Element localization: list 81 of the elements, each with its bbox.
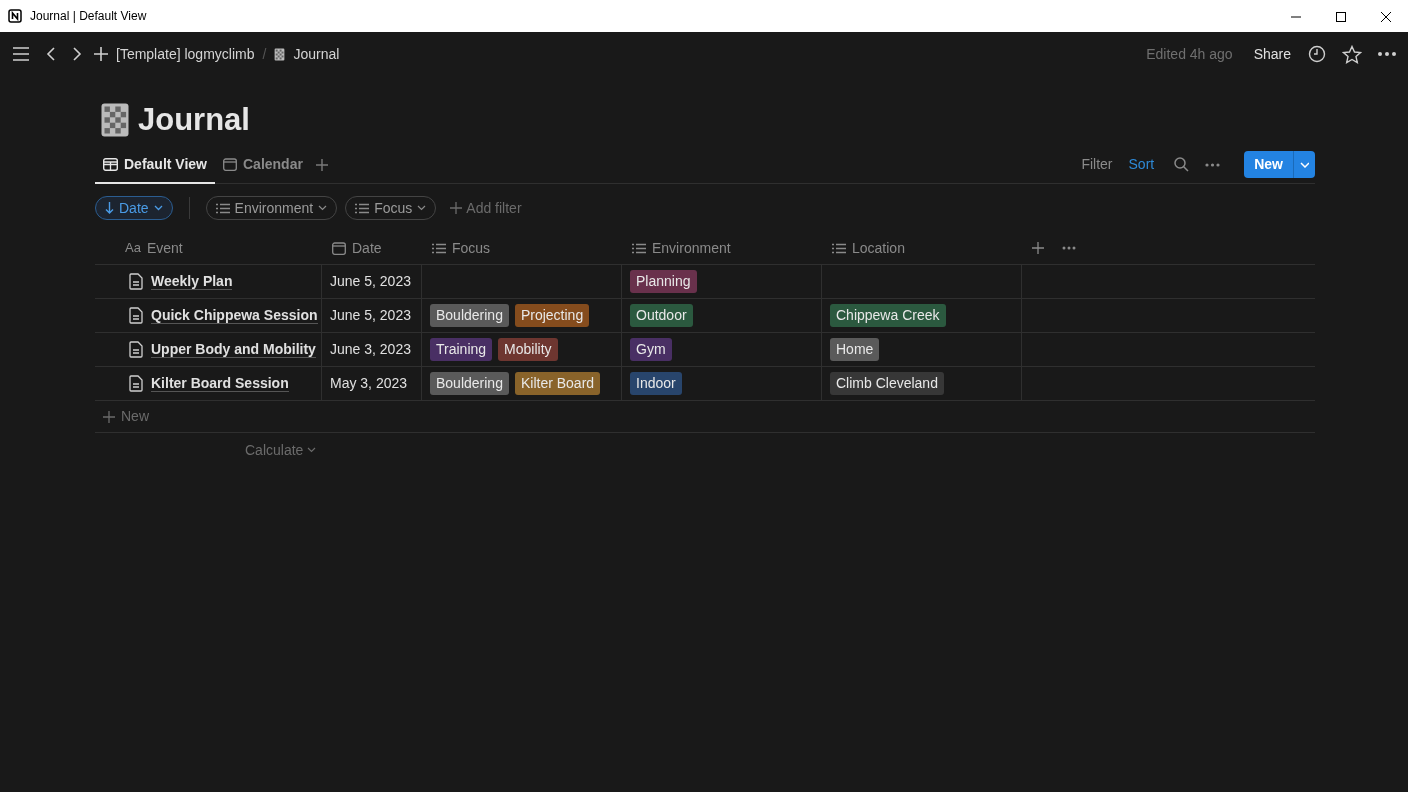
star-icon[interactable]: [1342, 44, 1362, 64]
caret-icon: [153, 205, 163, 212]
calendar-icon: [223, 157, 237, 171]
breadcrumb-link[interactable]: [Template] logmyclimb: [116, 43, 255, 65]
add-icon: [450, 202, 463, 215]
calculate-button[interactable]: Calculate: [245, 439, 304, 461]
caret-icon: [1300, 161, 1309, 168]
search-icon[interactable]: [1174, 157, 1190, 173]
list-icon: [632, 242, 646, 254]
add-icon[interactable]: [94, 47, 108, 61]
document-icon: [129, 375, 143, 393]
tag: Climb Cleveland: [830, 372, 944, 396]
event-title[interactable]: Upper Body and Mobility: [151, 341, 316, 359]
new-row-button[interactable]: New: [121, 406, 149, 428]
maximize-icon[interactable]: [1335, 11, 1346, 22]
table-icon: [103, 157, 118, 171]
list-icon: [215, 202, 230, 214]
column-header[interactable]: Environment: [622, 232, 822, 266]
tag: Gym: [630, 338, 672, 362]
caret-icon: [307, 447, 317, 454]
list-icon: [832, 242, 846, 254]
toolbar-link[interactable]: Filter: [1077, 154, 1117, 176]
page-title: Journal: [138, 101, 250, 139]
tag: Bouldering: [430, 304, 509, 328]
tag: Planning: [630, 270, 697, 294]
tag: Mobility: [498, 338, 558, 362]
column-type-icon: Aa: [125, 238, 141, 258]
close-icon[interactable]: [1380, 11, 1391, 22]
event-title[interactable]: Quick Chippewa Session: [151, 307, 318, 325]
tag: Indoor: [630, 372, 682, 396]
more-icon[interactable]: [1378, 52, 1396, 56]
document-icon: [129, 273, 143, 291]
menu-icon[interactable]: [12, 47, 30, 61]
column-header[interactable]: Location: [822, 232, 1022, 266]
app-logo-icon: [8, 9, 22, 23]
tag: Kilter Board: [514, 372, 601, 396]
window-title: Journal | Default View: [30, 8, 147, 25]
share-button[interactable]: Share: [1252, 42, 1292, 66]
date-text: June 3, 2023: [330, 340, 411, 360]
date-text: June 5, 2023: [330, 272, 411, 292]
column-header[interactable]: Aa Event: [95, 232, 322, 266]
view-tab[interactable]: Calendar: [215, 146, 311, 185]
caret-icon: [417, 205, 427, 212]
column-header[interactable]: Date: [322, 232, 422, 266]
sort-chip[interactable]: Date: [95, 196, 173, 221]
page-icon: [274, 47, 286, 61]
arrow-down-icon: [105, 202, 114, 215]
add-view-icon[interactable]: [314, 157, 329, 172]
clock-icon[interactable]: [1308, 45, 1326, 63]
calendar-icon: [332, 241, 346, 255]
tag: Outdoor: [630, 304, 693, 328]
new-button[interactable]: New: [1244, 151, 1293, 179]
tag: Home: [830, 338, 880, 362]
event-title[interactable]: Kilter Board Session: [151, 375, 289, 393]
tag: Training: [430, 338, 493, 362]
add-icon: [103, 410, 115, 423]
column-header[interactable]: Focus: [422, 232, 622, 266]
edited-time: Edited 4h ago: [1146, 44, 1233, 64]
view-tab[interactable]: Default View: [95, 146, 215, 185]
back-icon[interactable]: [46, 47, 56, 61]
list-icon: [355, 202, 370, 214]
add-filter-button[interactable]: Add filter: [444, 196, 528, 220]
add-column-icon[interactable]: [1032, 242, 1044, 255]
date-text: May 3, 2023: [330, 374, 408, 394]
more-icon[interactable]: [1205, 162, 1221, 167]
event-title[interactable]: Weekly Plan: [151, 273, 233, 291]
breadcrumb-separator: /: [262, 44, 267, 64]
forward-icon[interactable]: [72, 47, 82, 61]
tag: Bouldering: [430, 372, 509, 396]
more-icon[interactable]: [1062, 246, 1076, 251]
date-text: June 5, 2023: [330, 306, 411, 326]
toolbar-link[interactable]: Sort: [1124, 154, 1159, 176]
list-icon: [432, 242, 446, 254]
document-icon: [129, 307, 143, 325]
document-icon: [129, 341, 143, 359]
tag: Chippewa Creek: [830, 304, 946, 328]
breadcrumb-link[interactable]: Journal: [293, 43, 340, 65]
new-options-button[interactable]: [1293, 151, 1315, 179]
page-icon: [100, 101, 130, 138]
caret-icon: [318, 205, 328, 212]
tag: Projecting: [514, 304, 590, 328]
